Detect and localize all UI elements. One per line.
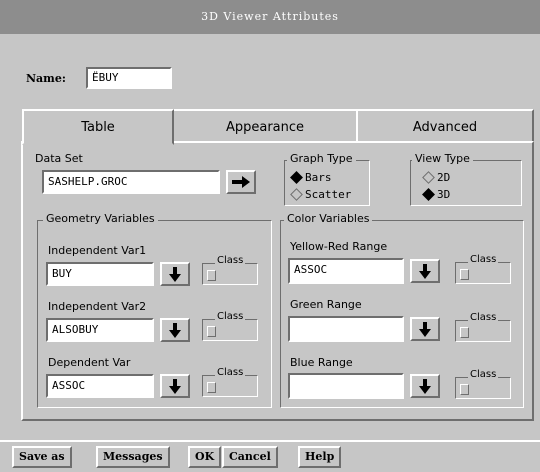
graph-type-scatter-option[interactable]: Scatter (290, 187, 352, 201)
down-arrow-icon (419, 321, 431, 337)
tab-advanced[interactable]: Advanced (356, 109, 534, 143)
right-arrow-icon (232, 176, 250, 188)
blue-range-select-button[interactable] (410, 374, 440, 398)
class-slider-knob[interactable] (207, 270, 216, 281)
tab-appearance[interactable]: Appearance (172, 109, 358, 143)
blue-range-class-label: Class (468, 369, 499, 380)
dependent-var-field[interactable]: ASSOC (46, 374, 154, 398)
dependent-var-label: Dependent Var (48, 356, 131, 369)
yellow-red-range-class-slider[interactable]: Class (455, 254, 511, 284)
radio-selected-icon (290, 170, 303, 184)
view-type-2d-label: 2D (437, 170, 451, 184)
dependent-var-select-button[interactable] (160, 374, 190, 398)
independent-var1-class-slider[interactable]: Class (202, 255, 258, 285)
green-range-class-slider[interactable]: Class (455, 312, 511, 342)
down-arrow-icon (169, 266, 181, 282)
data-set-field[interactable]: SASHELP.GROC (42, 170, 220, 194)
radio-unselected-icon (290, 187, 303, 201)
graph-type-bars-option[interactable]: Bars (290, 170, 332, 184)
tab-appearance-label: Appearance (225, 120, 305, 135)
yellow-red-range-select-button[interactable] (410, 259, 440, 283)
blue-range-label: Blue Range (290, 356, 353, 369)
green-range-field[interactable] (288, 316, 404, 342)
independent-var2-label: Independent Var2 (48, 300, 147, 313)
graph-type-title: Graph Type (287, 152, 356, 165)
help-button[interactable]: Help (298, 446, 342, 468)
independent-var1-select-button[interactable] (160, 262, 190, 286)
cancel-button[interactable]: Cancel (222, 446, 278, 468)
down-arrow-icon (419, 263, 431, 279)
yellow-red-range-field[interactable]: ASSOC (288, 258, 404, 284)
view-type-2d-option[interactable]: 2D (422, 170, 451, 184)
view-type-3d-option[interactable]: 3D (422, 187, 451, 201)
data-set-label: Data Set (35, 152, 83, 165)
data-set-select-button[interactable] (226, 170, 256, 194)
tab-table[interactable]: Table (22, 109, 174, 145)
independent-var1-label: Independent Var1 (48, 244, 147, 257)
blue-range-class-slider[interactable]: Class (455, 369, 511, 399)
blue-range-field[interactable] (288, 373, 404, 399)
yellow-red-range-label: Yellow-Red Range (290, 240, 388, 253)
class-slider-knob[interactable] (460, 327, 469, 338)
independent-var2-class-label: Class (215, 311, 246, 322)
green-range-select-button[interactable] (410, 317, 440, 341)
name-label: Name: (26, 72, 66, 85)
view-type-title: View Type (412, 152, 473, 165)
dependent-var-class-label: Class (215, 367, 246, 378)
name-field[interactable]: ЁBUY (86, 67, 172, 89)
yellow-red-range-class-label: Class (468, 254, 499, 265)
dependent-var-class-slider[interactable]: Class (202, 367, 258, 397)
class-slider-knob[interactable] (460, 269, 469, 280)
window-title-bar[interactable]: 3D Viewer Attributes (0, 0, 540, 34)
down-arrow-icon (419, 378, 431, 394)
graph-type-bars-label: Bars (305, 170, 332, 184)
independent-var2-select-button[interactable] (160, 318, 190, 342)
geometry-variables-title: Geometry Variables (43, 212, 158, 225)
independent-var1-class-label: Class (215, 255, 246, 266)
down-arrow-icon (169, 378, 181, 394)
tab-advanced-label: Advanced (412, 120, 478, 135)
color-variables-title: Color Variables (284, 212, 373, 225)
class-slider-knob[interactable] (207, 382, 216, 393)
independent-var2-class-slider[interactable]: Class (202, 311, 258, 341)
tab-table-label: Table (81, 120, 115, 135)
green-range-class-label: Class (468, 312, 499, 323)
save-as-button[interactable]: Save as (12, 446, 72, 468)
ok-button[interactable]: OK (188, 446, 222, 468)
class-slider-knob[interactable] (207, 326, 216, 337)
graph-type-scatter-label: Scatter (305, 187, 352, 201)
window-title: 3D Viewer Attributes (201, 10, 339, 23)
view-type-3d-label: 3D (437, 187, 451, 201)
green-range-label: Green Range (290, 298, 362, 311)
independent-var2-field[interactable]: ALSOBUY (46, 318, 154, 342)
class-slider-knob[interactable] (460, 384, 469, 395)
independent-var1-field[interactable]: BUY (46, 262, 154, 286)
radio-unselected-icon (422, 170, 435, 184)
radio-selected-icon (422, 187, 435, 201)
down-arrow-icon (169, 322, 181, 338)
messages-button[interactable]: Messages (96, 446, 170, 468)
